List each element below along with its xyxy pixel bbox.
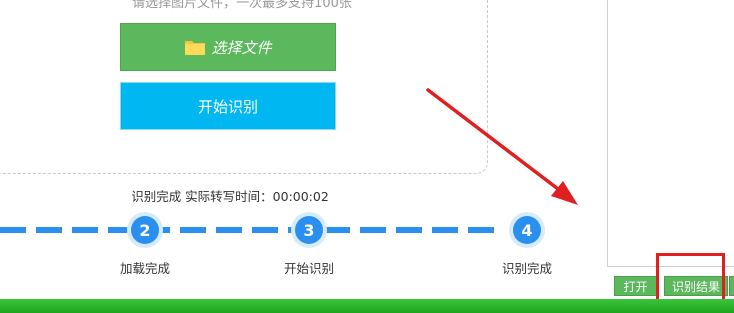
- step-number: 4: [521, 221, 532, 240]
- step-marker-2: 2: [127, 212, 163, 248]
- open-button[interactable]: 打开: [614, 276, 657, 296]
- step-marker-4: 4: [509, 212, 545, 248]
- window-bottom-bar: [0, 299, 734, 313]
- step-number: 3: [303, 221, 314, 240]
- step-label-done: 识别完成: [501, 261, 553, 276]
- start-recognition-button[interactable]: 开始识别: [120, 82, 336, 130]
- upload-hint: 请选择图片文件，一次最多支持100张: [132, 0, 352, 11]
- recognition-result-button[interactable]: 识别结果: [664, 276, 728, 296]
- start-recognition-label: 开始识别: [197, 97, 258, 116]
- step-label-start: 开始识别: [283, 261, 335, 276]
- more-button[interactable]: [729, 276, 734, 296]
- step-marker-3: 3: [291, 212, 327, 248]
- result-preview-pane: [607, 0, 734, 267]
- step-label-loaded: 加载完成: [119, 261, 171, 276]
- step-number: 2: [139, 221, 150, 240]
- select-file-button[interactable]: 选择文件: [120, 23, 336, 71]
- folder-icon: [185, 41, 206, 55]
- select-file-label: 选择文件: [211, 38, 272, 57]
